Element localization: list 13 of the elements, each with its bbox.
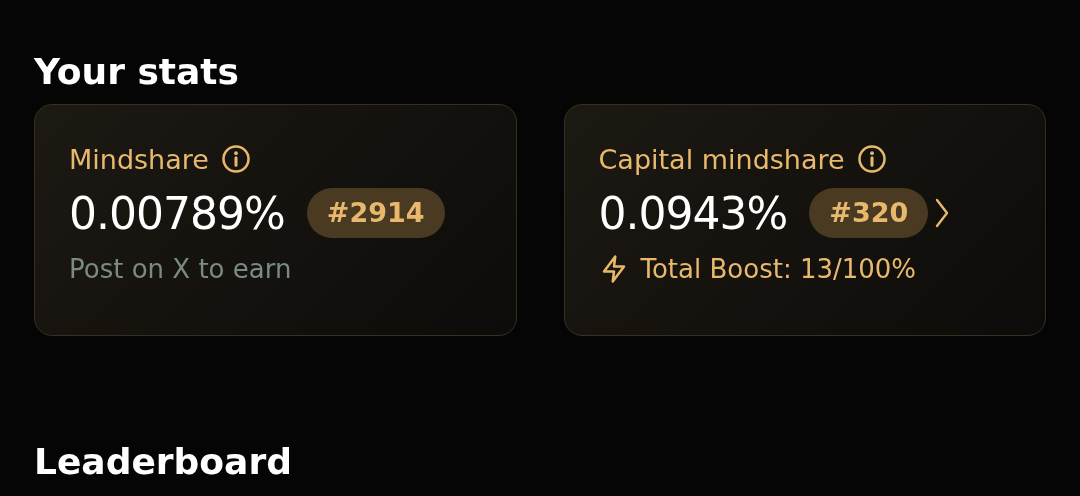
hint-text: Post on X to earn — [69, 254, 292, 284]
rank-badge: #320 — [809, 188, 929, 238]
info-icon[interactable] — [220, 144, 251, 174]
card-title: Capital mindshare — [598, 143, 845, 175]
boost-text: Total Boost: 13/100% — [640, 254, 917, 284]
section-title: Your stats — [34, 50, 240, 94]
stat-value: 0.0943% — [598, 187, 788, 239]
section-title: Leaderboard — [34, 440, 293, 484]
chevron-right-icon[interactable] — [934, 197, 951, 229]
rank-badge: #2914 — [306, 188, 445, 238]
stat-value: 0.00789% — [69, 187, 285, 239]
info-icon[interactable] — [856, 144, 887, 174]
card-title: Mindshare — [69, 143, 209, 175]
